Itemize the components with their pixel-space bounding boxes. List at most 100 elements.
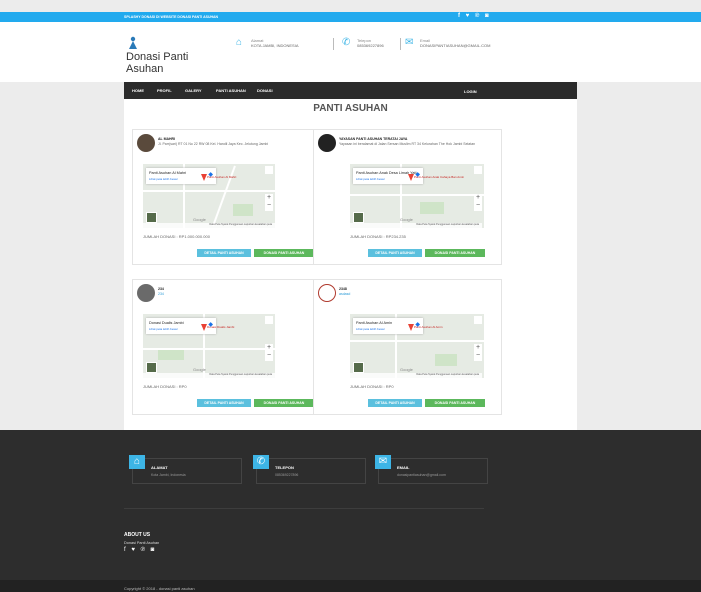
map-zoom-control[interactable]: + − — [265, 194, 273, 211]
header-separator — [400, 38, 401, 50]
footer-email-box: ✉ EMAIL donasipantiasuhan@gmail.com — [375, 455, 488, 484]
footer-alamat-box: ⌂ ALAMAT Kota Jambi, Indonesia — [129, 455, 242, 484]
nav-item-profil[interactable]: PROFIL — [157, 88, 172, 93]
footer-alamat-label: ALAMAT — [151, 465, 168, 470]
panti-map[interactable]: Panti Asuhan Anak Desa Limah Yati... Lih… — [350, 164, 484, 228]
nav-item-donasi[interactable]: DONASI — [257, 88, 273, 93]
panti-card: YAYASAN PANTI ASUHAN TERATAI JAYA Yayasa… — [313, 129, 502, 265]
map-legal-text: Data Peta Syarat Penggunaan Laporkan kes… — [350, 373, 482, 378]
panti-card: AL MAHRI Jl. Parr(sari) RT 01 No 22 RW 0… — [132, 129, 321, 265]
envelope-icon: ✉ — [375, 455, 391, 469]
panti-avatar — [318, 284, 336, 302]
nav-item-galery[interactable]: GALERY — [185, 88, 202, 93]
donasi-panti-button[interactable]: DONASI PANTI ASUHAN — [425, 249, 485, 257]
nav-item-home[interactable]: HOME — [132, 88, 144, 93]
jumlah-donasi: JUMLAH DONASI : RP1.000.000.000 — [143, 234, 210, 239]
panti-description: Jl. Parr(sari) RT 01 No 22 RW 08 Kel. Ha… — [158, 142, 269, 146]
map-larger-link[interactable]: Lihat peta lebih besar — [149, 177, 178, 181]
home-icon: ⌂ — [129, 455, 145, 469]
map-satellite-toggle[interactable] — [353, 212, 364, 223]
copyright-text: Copyright © 2018 - donasi panti asuhan — [124, 586, 195, 591]
detail-panti-button[interactable]: DETAIL PANTI ASUHAN — [368, 399, 422, 407]
map-place-title: Donasi Dualis Jambi — [149, 321, 184, 325]
nav-item-login[interactable]: LOGIN — [464, 89, 477, 94]
map-zoom-control[interactable]: + − — [474, 194, 482, 211]
map-pin-label: Panti Asuhan Al Mahri — [207, 175, 237, 179]
panti-name: 234 — [158, 287, 164, 291]
header-telepon-value: 085369227896 — [357, 43, 384, 48]
top-bar: SPLASHY DONASI DI WEBSITE DONASI PANTI A… — [0, 12, 701, 22]
panti-card: 234 234 Donasi Dualis Jambi Lihat peta l… — [132, 279, 321, 415]
donasi-panti-button[interactable]: DONASI PANTI ASUHAN — [254, 399, 314, 407]
map-place-title: Panti Asuhan Al Mahri — [149, 171, 187, 175]
panti-avatar — [137, 284, 155, 302]
home-icon: ⌂ — [236, 37, 243, 48]
panti-avatar — [318, 134, 336, 152]
map-satellite-toggle[interactable] — [146, 212, 157, 223]
footer-divider — [124, 508, 484, 509]
google-logo: Google — [400, 367, 413, 372]
donasi-panti-button[interactable]: DONASI PANTI ASUHAN — [254, 249, 314, 257]
copyright-bar: Copyright © 2018 - donasi panti asuhan — [0, 580, 701, 592]
footer-alamat-value: Kota Jambi, Indonesia — [151, 473, 186, 477]
map-larger-link[interactable]: Lihat peta lebih besar — [356, 177, 385, 181]
footer-email-label: EMAIL — [397, 465, 410, 470]
phone-icon: ✆ — [342, 37, 351, 48]
envelope-icon: ✉ — [405, 37, 414, 48]
map-satellite-toggle[interactable] — [353, 362, 364, 373]
map-legal-text: Data Peta Syarat Penggunaan Laporkan kes… — [143, 223, 275, 228]
footer-telepon-value: 085369227896 — [275, 473, 299, 477]
panti-name: 2348 — [339, 287, 347, 291]
footer-telepon-label: TELEPON — [275, 465, 294, 470]
fullscreen-icon[interactable] — [474, 316, 482, 324]
google-logo: Google — [193, 367, 206, 372]
detail-panti-button[interactable]: DETAIL PANTI ASUHAN — [197, 249, 251, 257]
detail-panti-button[interactable]: DETAIL PANTI ASUHAN — [368, 249, 422, 257]
panti-description: asdasd — [339, 292, 351, 296]
fullscreen-icon[interactable] — [474, 166, 482, 174]
page-title: PANTI ASUHAN — [313, 103, 388, 114]
about-text: Donasi Panti Asuhan — [124, 541, 160, 545]
panti-name: YAYASAN PANTI ASUHAN TERATAI JAYA — [339, 137, 408, 141]
jumlah-donasi: JUMLAH DONASI : RP0 — [143, 384, 187, 389]
panti-card: 2348 asdasd Panti Asuhan Al Amin Lihat p… — [313, 279, 502, 415]
fullscreen-icon[interactable] — [265, 316, 273, 324]
google-logo: Google — [193, 217, 206, 222]
footer-email-value: donasipantiasuhan@gmail.com — [397, 473, 446, 477]
main-nav: HOME PROFIL GALERY PANTI ASUHAN DONASI L… — [124, 82, 577, 99]
map-larger-link[interactable]: Lihat peta lebih besar — [149, 327, 178, 331]
map-pin-label: Donasi Dualis Jambi — [207, 325, 235, 329]
panti-map[interactable]: Donasi Dualis Jambi Lihat peta lebih bes… — [143, 314, 275, 378]
header-email-value: DONASIPANTIASUHAN@GMAIL.COM — [420, 43, 491, 48]
panti-description: Yayasan ini beralamat di Jalan Sersan Mu… — [339, 142, 476, 146]
donasi-panti-button[interactable]: DONASI PANTI ASUHAN — [425, 399, 485, 407]
logo-icon[interactable] — [128, 36, 138, 50]
jumlah-donasi: JUMLAH DONASI : RP234.235 — [350, 234, 406, 239]
jumlah-donasi: JUMLAH DONASI : RP0 — [350, 384, 394, 389]
map-satellite-toggle[interactable] — [146, 362, 157, 373]
map-zoom-control[interactable]: + − — [474, 344, 482, 361]
top-bar-text: SPLASHY DONASI DI WEBSITE DONASI PANTI A… — [124, 15, 219, 19]
footer: ⌂ ALAMAT Kota Jambi, Indonesia ✆ TELEPON… — [0, 430, 701, 580]
map-legal-text: Data Peta Syarat Penggunaan Laporkan kes… — [143, 373, 275, 378]
map-pin-label: Panti Asuhan Al Amin — [414, 325, 443, 329]
map-place-title: Panti Asuhan Al Amin — [356, 321, 393, 325]
map-larger-link[interactable]: Lihat peta lebih besar — [356, 327, 385, 331]
panti-avatar — [137, 134, 155, 152]
header: Donasi Panti Asuhan ⌂ Alamat KOTA JAMBI,… — [0, 22, 701, 82]
about-heading: ABOUT US — [124, 532, 151, 538]
page: SPLASHY DONASI DI WEBSITE DONASI PANTI A… — [0, 0, 701, 592]
detail-panti-button[interactable]: DETAIL PANTI ASUHAN — [197, 399, 251, 407]
footer-social-icons[interactable]: f ♥ ℗ ◙ — [124, 547, 156, 553]
nav-item-panti-asuhan[interactable]: PANTI ASUHAN — [216, 88, 246, 93]
brand-name[interactable]: Donasi Panti Asuhan — [126, 51, 206, 75]
fullscreen-icon[interactable] — [265, 166, 273, 174]
map-pin-label: Panti Asuhan Anak Cahaya Ban Amin — [414, 175, 465, 179]
panti-name: AL MAHRI — [158, 137, 176, 141]
panti-map[interactable]: Panti Asuhan Al Amin Lihat peta lebih be… — [350, 314, 484, 378]
phone-icon: ✆ — [253, 455, 269, 469]
map-zoom-control[interactable]: + − — [265, 344, 273, 361]
top-bar-social-icons[interactable]: f ♥ ℗ ◙ — [458, 13, 491, 19]
panti-map[interactable]: Panti Asuhan Al Mahri Lihat peta lebih b… — [143, 164, 275, 228]
header-separator — [333, 38, 334, 50]
